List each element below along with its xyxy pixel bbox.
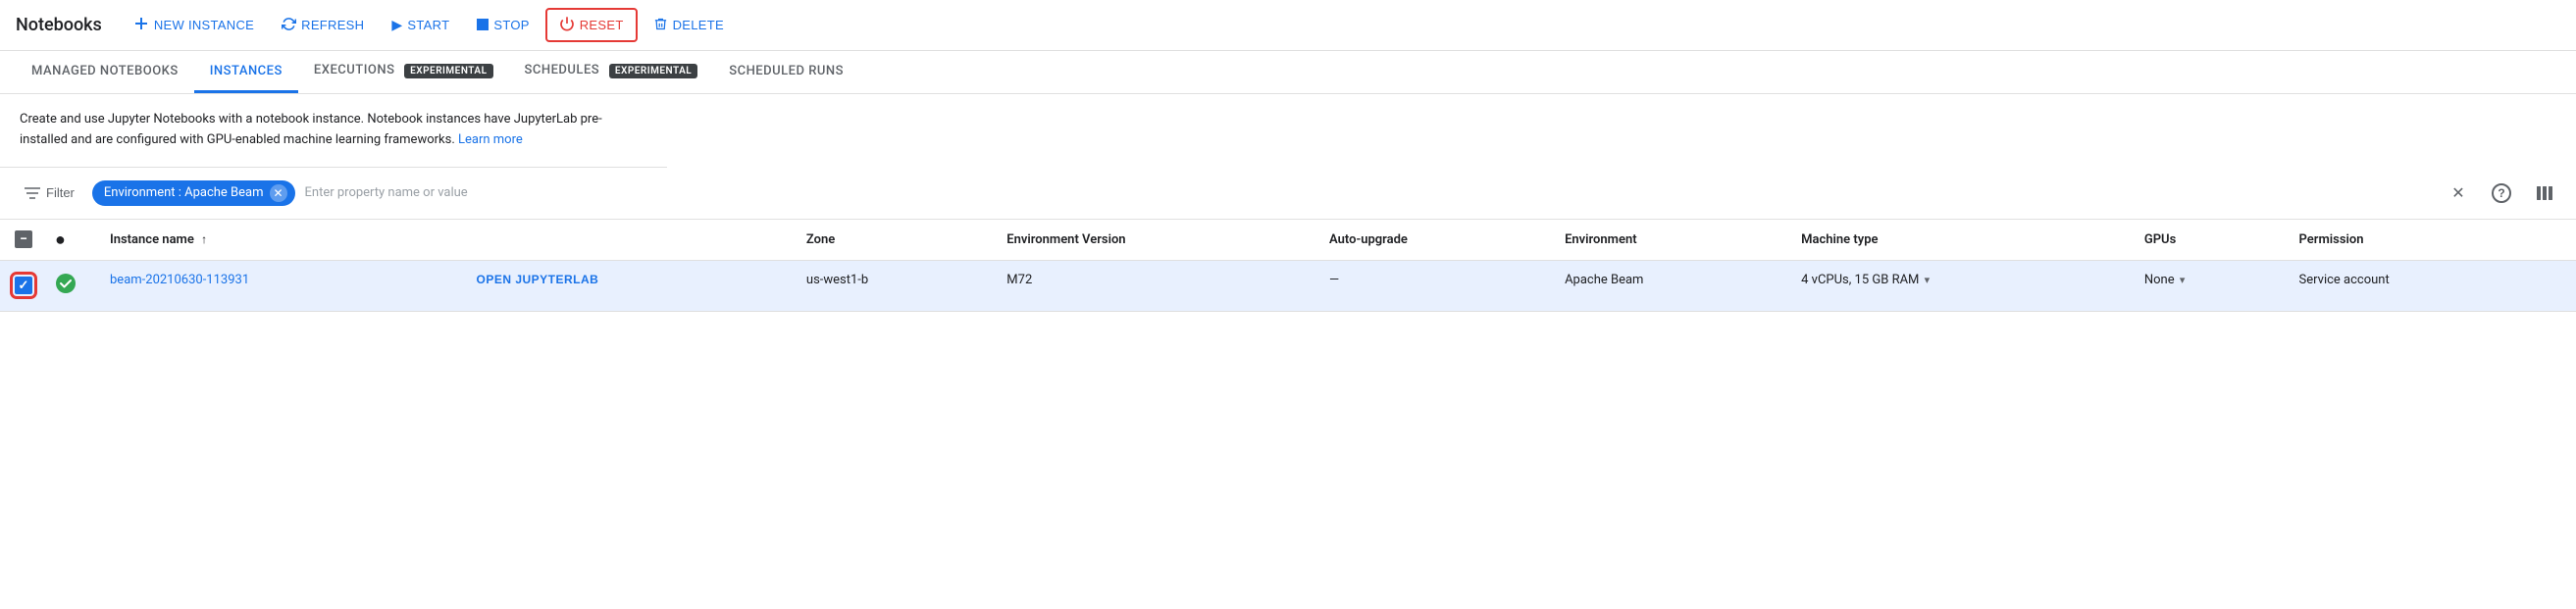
- row-extra-cell: [2545, 260, 2576, 311]
- header-env-version[interactable]: Environment Version: [991, 220, 1314, 261]
- tab-schedules[interactable]: SCHEDULES EXPERIMENTAL: [509, 51, 714, 93]
- row-permission-cell: Service account: [2284, 260, 2545, 311]
- filter-chip-text: Environment : Apache Beam: [104, 185, 264, 200]
- row-auto-upgrade-cell: —: [1314, 260, 1549, 311]
- play-icon: ▶: [391, 17, 402, 33]
- new-instance-button[interactable]: NEW INSTANCE: [122, 10, 266, 40]
- toolbar: Notebooks NEW INSTANCE REFRESH ▶ START S…: [0, 0, 2576, 51]
- delete-button[interactable]: DELETE: [642, 11, 736, 40]
- instance-name-link[interactable]: beam-20210630-113931: [110, 273, 249, 287]
- row-env-version-cell: M72: [991, 260, 1314, 311]
- header-open: [460, 220, 790, 261]
- status-green-icon: [55, 276, 77, 299]
- tab-executions[interactable]: EXECUTIONS EXPERIMENTAL: [298, 51, 509, 93]
- schedules-badge: EXPERIMENTAL: [609, 64, 697, 78]
- help-icon: ?: [2492, 183, 2511, 203]
- row-checkbox-cell[interactable]: ✓: [0, 260, 47, 311]
- filter-actions: ✕ ?: [2443, 178, 2560, 209]
- refresh-button[interactable]: REFRESH: [270, 11, 376, 40]
- header-machine-type[interactable]: Machine type: [1785, 220, 2129, 261]
- filter-bar: Filter Environment : Apache Beam ✕ Enter…: [0, 168, 2576, 220]
- tabs-bar: MANAGED NOTEBOOKS INSTANCES EXECUTIONS E…: [0, 51, 2576, 94]
- tab-scheduled-runs[interactable]: SCHEDULED RUNS: [713, 52, 859, 93]
- minus-icon: −: [20, 232, 27, 246]
- columns-button[interactable]: [2529, 178, 2560, 209]
- header-status-col: ●: [47, 220, 94, 261]
- start-button[interactable]: ▶ START: [380, 11, 461, 39]
- select-all-checkbox[interactable]: −: [15, 230, 32, 248]
- status-header-dot: ●: [55, 229, 66, 250]
- filter-help-button[interactable]: ?: [2486, 178, 2517, 209]
- app-title: Notebooks: [16, 15, 102, 35]
- header-checkbox-col: −: [0, 220, 47, 261]
- header-environment[interactable]: Environment: [1549, 220, 1785, 261]
- learn-more-link[interactable]: Learn more: [458, 132, 523, 147]
- stop-button[interactable]: STOP: [465, 12, 541, 39]
- row-status-cell: [47, 260, 94, 311]
- header-checkbox-wrapper[interactable]: −: [12, 230, 35, 248]
- tab-managed-notebooks[interactable]: MANAGED NOTEBOOKS: [16, 52, 194, 93]
- table-row: ✓ beam-20210630-113931 OPEN JUPYTERLAB: [0, 260, 2576, 311]
- open-jupyterlab-button[interactable]: OPEN JUPYTERLAB: [476, 273, 598, 286]
- row-environment-cell: Apache Beam: [1549, 260, 1785, 311]
- checkmark-icon: ✓: [19, 279, 29, 293]
- reset-button[interactable]: RESET: [545, 8, 638, 42]
- refresh-icon: [282, 17, 296, 34]
- row-checkbox-wrapper[interactable]: ✓: [12, 277, 35, 294]
- filter-chip-close-icon[interactable]: ✕: [270, 184, 287, 202]
- row-gpus-cell: None ▾: [2129, 260, 2284, 311]
- header-instance-name[interactable]: Instance name ↑: [94, 220, 460, 261]
- executions-badge: EXPERIMENTAL: [404, 64, 492, 78]
- stop-icon: [477, 18, 489, 33]
- header-extra: [2545, 220, 2576, 261]
- power-icon: [559, 16, 575, 34]
- row-checkbox[interactable]: ✓: [15, 277, 32, 294]
- filter-button[interactable]: Filter: [16, 181, 82, 204]
- sort-icon: ↑: [201, 232, 207, 246]
- header-auto-upgrade[interactable]: Auto-upgrade: [1314, 220, 1549, 261]
- description-area: Create and use Jupyter Notebooks with a …: [0, 94, 667, 168]
- filter-placeholder[interactable]: Enter property name or value: [305, 185, 468, 200]
- plus-icon: [133, 16, 149, 34]
- header-gpus[interactable]: GPUs: [2129, 220, 2284, 261]
- gpus-dropdown-icon[interactable]: ▾: [2180, 274, 2186, 286]
- trash-icon: [653, 17, 668, 34]
- filter-close-button[interactable]: ✕: [2443, 178, 2474, 209]
- row-open-cell: OPEN JUPYTERLAB: [460, 260, 790, 311]
- row-zone-cell: us-west1-b: [791, 260, 991, 311]
- row-instance-name-cell: beam-20210630-113931: [94, 260, 460, 311]
- instances-table: − ● Instance name ↑ Zone Environment Ver…: [0, 220, 2576, 312]
- machine-type-dropdown-icon[interactable]: ▾: [1925, 274, 1931, 286]
- row-machine-type-cell: 4 vCPUs, 15 GB RAM ▾: [1785, 260, 2129, 311]
- filter-label: Filter: [46, 185, 75, 200]
- filter-chip: Environment : Apache Beam ✕: [92, 180, 295, 206]
- header-permission[interactable]: Permission: [2284, 220, 2545, 261]
- tab-instances[interactable]: INSTANCES: [194, 52, 298, 93]
- header-zone[interactable]: Zone: [791, 220, 991, 261]
